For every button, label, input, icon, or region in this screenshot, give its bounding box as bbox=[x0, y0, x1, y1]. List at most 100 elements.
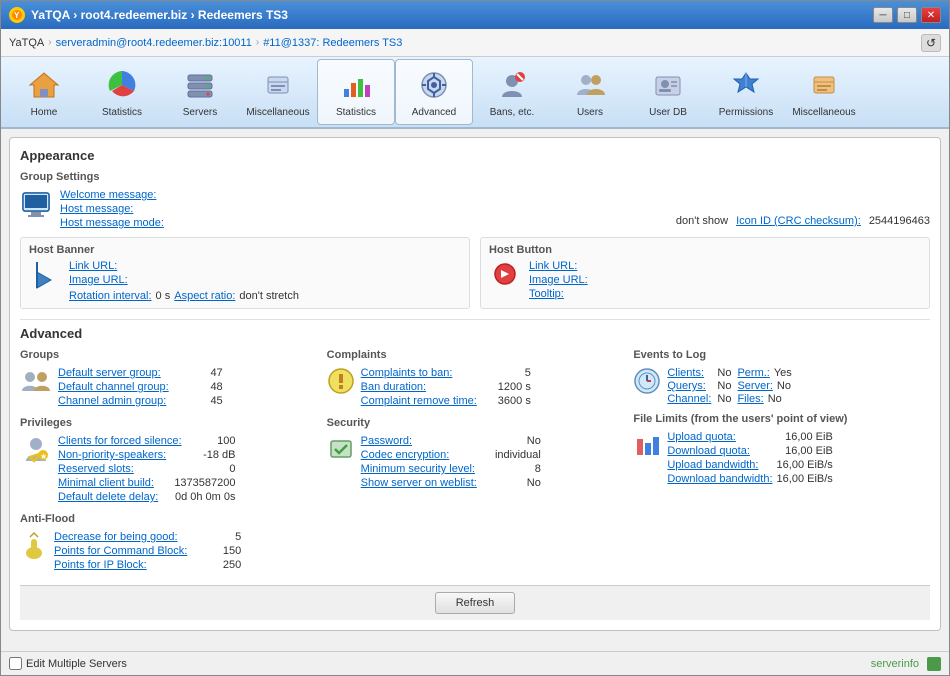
events-files-link[interactable]: Files: bbox=[737, 393, 763, 405]
addr-arrow-2: › bbox=[256, 37, 259, 48]
codec-enc-link[interactable]: Codec encryption: bbox=[361, 449, 477, 461]
events-server-link[interactable]: Server: bbox=[737, 380, 772, 392]
minimal-client-link[interactable]: Minimal client build: bbox=[58, 477, 170, 489]
security-title: Security bbox=[327, 417, 624, 429]
rotation-val: 0 s bbox=[156, 290, 171, 302]
main-panel: Appearance Group Settings Welcome messag… bbox=[9, 137, 941, 631]
minimize-button[interactable]: ─ bbox=[873, 7, 893, 23]
settings-links: Welcome message: Host message: Host mess… bbox=[60, 189, 164, 229]
clients-forced-link[interactable]: Clients for forced silence: bbox=[58, 435, 182, 447]
events-data: Clients: No Perm.: Yes Querys: No bbox=[667, 367, 791, 405]
toolbar-misc1[interactable]: Miscellaneous bbox=[239, 59, 317, 125]
maximize-button[interactable]: □ bbox=[897, 7, 917, 23]
toolbar-advanced[interactable]: Advanced bbox=[395, 59, 473, 125]
events-querys-val: No bbox=[717, 380, 731, 392]
toolbar-servers[interactable]: Servers bbox=[161, 59, 239, 125]
weblist-link[interactable]: Show server on weblist: bbox=[361, 477, 477, 489]
edit-multiple-checkbox[interactable] bbox=[9, 657, 22, 670]
events-icon bbox=[633, 367, 661, 405]
hbtn-tooltip[interactable]: Tooltip: bbox=[529, 288, 588, 300]
events-files-val: No bbox=[768, 393, 782, 405]
reserved-slots-link[interactable]: Reserved slots: bbox=[58, 463, 182, 475]
complaints-ban-link[interactable]: Complaints to ban: bbox=[361, 367, 477, 379]
host-message-mode-link[interactable]: Host message mode: bbox=[60, 217, 164, 229]
advanced-columns: Groups Default server group: 47 bbox=[20, 349, 930, 573]
upload-bw-link[interactable]: Upload bandwidth: bbox=[667, 459, 772, 471]
events-clients-link[interactable]: Clients: bbox=[667, 367, 711, 379]
events-perm-link[interactable]: Perm.: bbox=[737, 367, 769, 379]
aspect-ratio-label[interactable]: Aspect ratio: bbox=[174, 290, 235, 302]
privileges-title: Privileges bbox=[20, 417, 317, 429]
welcome-message-link[interactable]: Welcome message: bbox=[60, 189, 164, 201]
points-cmd-val: 150 bbox=[191, 545, 241, 557]
download-bw-link[interactable]: Download bandwidth: bbox=[667, 473, 772, 485]
hbtn-link-url[interactable]: Link URL: bbox=[529, 260, 588, 272]
upload-bw-val: 16,00 EiB/s bbox=[777, 459, 833, 471]
toolbar-users[interactable]: Users bbox=[551, 59, 629, 125]
serverinfo-label: serverinfo bbox=[871, 658, 919, 670]
toolbar-servers-label: Servers bbox=[183, 107, 217, 118]
toolbar-statistics2-label: Statistics bbox=[336, 107, 376, 118]
upload-bw-row: Upload bandwidth: 16,00 EiB/s bbox=[667, 459, 832, 471]
events-files-pair: Files: No bbox=[737, 393, 791, 405]
addr-segment-2[interactable]: serveradmin@root4.redeemer.biz:10011 bbox=[56, 37, 252, 49]
toolbar-statistics2[interactable]: Statistics bbox=[317, 59, 395, 125]
privileges-data: Clients for forced silence: 100 Non-prio… bbox=[58, 435, 236, 505]
default-delete-val: 0d 0h 0m 0s bbox=[175, 491, 236, 503]
banner-link-url[interactable]: Link URL: bbox=[69, 260, 299, 272]
channel-admin-group-link[interactable]: Channel admin group: bbox=[58, 395, 169, 407]
points-cmd-link[interactable]: Points for Command Block: bbox=[54, 545, 187, 557]
host-button-title: Host Button bbox=[489, 244, 921, 256]
complaints-title: Complaints bbox=[327, 349, 624, 361]
addr-segment-3[interactable]: #11@1337: Redeemers TS3 bbox=[263, 37, 402, 49]
toolbar-home[interactable]: Home bbox=[5, 59, 83, 125]
toolbar-statistics1[interactable]: Statistics bbox=[83, 59, 161, 125]
decrease-good-val: 5 bbox=[191, 531, 241, 543]
groups-icon bbox=[20, 367, 52, 409]
events-querys-link[interactable]: Querys: bbox=[667, 380, 711, 392]
edit-multiple-label[interactable]: Edit Multiple Servers bbox=[9, 657, 127, 670]
banner-image-url[interactable]: Image URL: bbox=[69, 274, 299, 286]
toolbar-advanced-label: Advanced bbox=[412, 107, 456, 118]
group-settings-block: Group Settings Welcome message: Host mes… bbox=[20, 171, 666, 229]
svg-text:★: ★ bbox=[40, 452, 47, 461]
toolbar-userdb-label: User DB bbox=[649, 107, 687, 118]
default-channel-group-link[interactable]: Default channel group: bbox=[58, 381, 169, 393]
points-ip-link[interactable]: Points for IP Block: bbox=[54, 559, 187, 571]
rotation-interval-label[interactable]: Rotation interval: bbox=[69, 290, 152, 302]
appearance-title: Appearance bbox=[20, 148, 930, 163]
password-val: No bbox=[481, 435, 541, 447]
appearance-row: Group Settings Welcome message: Host mes… bbox=[20, 171, 930, 229]
toolbar-userdb[interactable]: User DB bbox=[629, 59, 707, 125]
icon-id-label[interactable]: Icon ID (CRC checksum): bbox=[736, 215, 861, 227]
hbtn-image-url[interactable]: Image URL: bbox=[529, 274, 588, 286]
events-perm-pair: Perm.: Yes bbox=[737, 367, 791, 379]
toolbar-permissions[interactable]: Permissions bbox=[707, 59, 785, 125]
host-message-link[interactable]: Host message: bbox=[60, 203, 164, 215]
complaint-remove-row: Complaint remove time: 3600 s bbox=[361, 395, 531, 407]
non-priority-val: -18 dB bbox=[186, 449, 236, 461]
default-server-group-link[interactable]: Default server group: bbox=[58, 367, 169, 379]
address-bar: YaTQA › serveradmin@root4.redeemer.biz:1… bbox=[1, 29, 949, 57]
divider1 bbox=[20, 319, 930, 320]
close-button[interactable]: ✕ bbox=[921, 7, 941, 23]
non-priority-link[interactable]: Non-priority-speakers: bbox=[58, 449, 182, 461]
events-channel-link[interactable]: Channel: bbox=[667, 393, 711, 405]
ban-duration-link[interactable]: Ban duration: bbox=[361, 381, 477, 393]
refresh-button[interactable]: Refresh bbox=[435, 592, 516, 614]
decrease-good-link[interactable]: Decrease for being good: bbox=[54, 531, 187, 543]
default-delete-link[interactable]: Default delete delay: bbox=[58, 491, 171, 503]
upload-quota-row: Upload quota: 16,00 EiB bbox=[667, 431, 832, 443]
min-sec-link[interactable]: Minimum security level: bbox=[361, 463, 477, 475]
complaint-remove-link[interactable]: Complaint remove time: bbox=[361, 395, 477, 407]
complaints-data: Complaints to ban: 5 Ban duration: 1200 … bbox=[361, 367, 531, 409]
download-quota-link[interactable]: Download quota: bbox=[667, 445, 781, 457]
back-button[interactable]: ↺ bbox=[921, 34, 941, 52]
group-settings-label: Group Settings bbox=[20, 171, 666, 183]
upload-quota-link[interactable]: Upload quota: bbox=[667, 431, 781, 443]
toolbar-misc2[interactable]: Miscellaneous bbox=[785, 59, 863, 125]
security-icon bbox=[327, 435, 355, 491]
toolbar-bans[interactable]: Bans, etc. bbox=[473, 59, 551, 125]
reserved-slots-val: 0 bbox=[186, 463, 236, 475]
password-link[interactable]: Password: bbox=[361, 435, 477, 447]
